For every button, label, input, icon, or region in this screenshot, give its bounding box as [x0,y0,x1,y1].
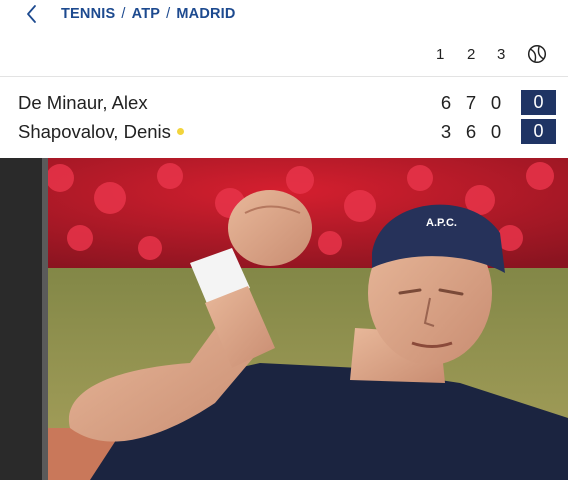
set-2-header: 2 [467,46,476,63]
divider [0,76,568,77]
top-bar: TENNIS / ATP / MADRID [0,0,568,30]
score-column-header: 1 2 3 [0,44,568,68]
breadcrumb-separator: / [166,6,171,22]
set-1-score: 3 [440,121,452,142]
cap-logo: A.P.C. [426,217,457,229]
set-2-score: 6 [465,121,477,142]
video-frame: A.P.C. [0,158,568,480]
set-1-score: 6 [440,92,452,113]
serve-indicator-icon [176,127,184,135]
set-3-score: 0 [490,92,502,113]
set-3-header: 3 [497,46,506,63]
video-player[interactable]: A.P.C. [0,158,568,480]
game-score-box: 0 [521,90,556,115]
tennis-ball-icon [527,44,547,64]
set-1-header: 1 [436,46,445,63]
player-name-wrap: Shapovalov, Denis [18,121,184,143]
breadcrumb-separator: / [121,6,126,22]
chevron-left-icon [27,5,36,23]
breadcrumb-tournament[interactable]: MADRID [176,6,235,22]
back-button[interactable] [22,4,42,24]
player-row[interactable]: De Minaur, Alex 6 7 0 0 [0,89,568,117]
set-3-score: 0 [490,121,502,142]
player-name: De Minaur, Alex [18,92,148,113]
breadcrumb-tour[interactable]: ATP [132,6,161,22]
breadcrumb: TENNIS / ATP / MADRID [61,6,236,22]
breadcrumb-sport[interactable]: TENNIS [61,6,115,22]
player-row[interactable]: Shapovalov, Denis 3 6 0 0 [0,118,568,146]
game-score-box: 0 [521,119,556,144]
player-name: Shapovalov, Denis [18,121,171,142]
set-2-score: 7 [465,92,477,113]
